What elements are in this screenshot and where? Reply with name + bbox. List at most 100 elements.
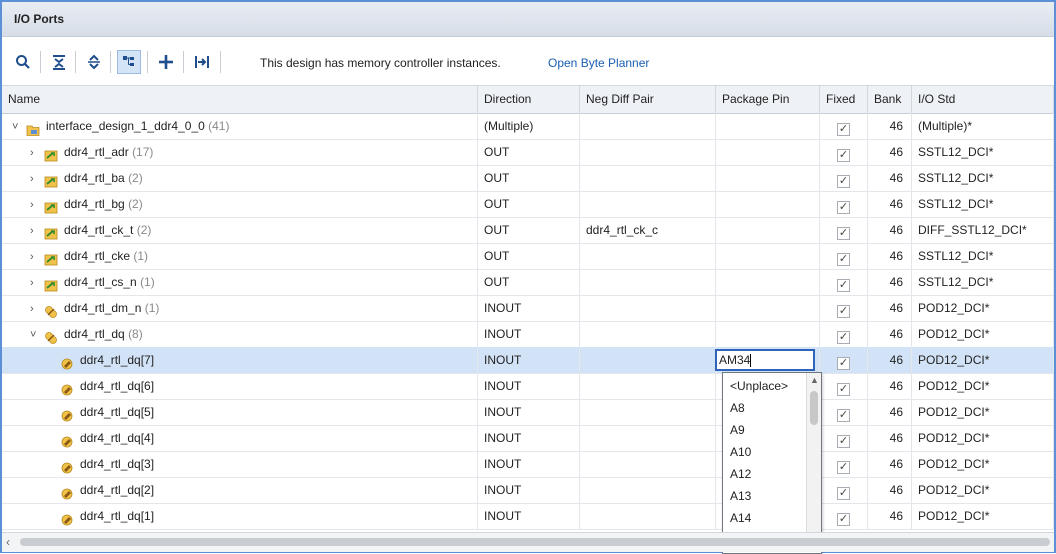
search-icon[interactable] (12, 51, 34, 73)
fixed-checkbox[interactable]: ✓ (837, 513, 850, 526)
cell-package-pin[interactable] (716, 191, 820, 217)
table-row[interactable]: ddr4_rtl_dq[3] INOUT ✓ 46 POD12_DCI* (2, 451, 1054, 478)
cell-fixed: ✓ (820, 269, 868, 295)
package-pin-dropdown[interactable]: <Unplace>A8A9A10A12A13A14A15 ▲ ▼ (722, 372, 822, 554)
header-col-neg-diff-pair[interactable]: Neg Diff Pair (580, 86, 716, 113)
chevron-right-icon[interactable]: › (30, 244, 44, 269)
fixed-checkbox[interactable]: ✓ (837, 305, 850, 318)
port-name: ddr4_rtl_bg (64, 197, 125, 211)
cell-io-std: POD12_DCI* (912, 451, 1054, 477)
chevron-right-icon[interactable]: › (30, 140, 44, 165)
dropdown-option[interactable]: <Unplace> (730, 376, 788, 397)
expand-all-icon[interactable] (83, 51, 105, 73)
cell-bank: 46 (868, 217, 912, 243)
port-pin-icon (60, 432, 74, 448)
table-row[interactable]: ddr4_rtl_dq[1] INOUT ✓ 46 POD12_DCI* (2, 503, 1054, 530)
fixed-checkbox[interactable]: ✓ (837, 175, 850, 188)
fixed-checkbox[interactable]: ✓ (837, 409, 850, 422)
cell-direction: (Multiple) (478, 113, 580, 139)
table-row[interactable]: ddr4_rtl_dq[6] INOUT ✓ 46 POD12_DCI* (2, 373, 1054, 400)
cell-package-pin[interactable] (716, 217, 820, 243)
chevron-right-icon[interactable]: › (30, 270, 44, 295)
port-bus-icon (44, 146, 58, 162)
fixed-checkbox[interactable]: ✓ (837, 461, 850, 474)
table-row[interactable]: › ddr4_rtl_ck_t (2) OUT ddr4_rtl_ck_c ✓ 46 DIF… (2, 217, 1054, 244)
table-row[interactable]: ddr4_rtl_dq[5] INOUT ✓ 46 POD12_DCI* (2, 399, 1054, 426)
table-row[interactable]: ˅ interface_design_1_ddr4_0_0 (41) (Multip… (2, 113, 1054, 140)
table-row[interactable]: › ddr4_rtl_cke (1) OUT ✓ 46 SSTL12_DCI* (2, 243, 1054, 270)
table-row[interactable]: ddr4_rtl_dq[4] INOUT ✓ 46 POD12_DCI* (2, 425, 1054, 452)
table-row[interactable]: › ddr4_rtl_adr (17) OUT ✓ 46 SSTL12_DCI* (2, 139, 1054, 166)
port-name: ddr4_rtl_ck_t (64, 223, 134, 237)
header-col-direction[interactable]: Direction (478, 86, 580, 113)
cell-package-pin[interactable] (716, 139, 820, 165)
cell-package-pin[interactable] (716, 269, 820, 295)
scroll-left-icon[interactable]: ‹ (6, 535, 10, 549)
fixed-checkbox[interactable]: ✓ (837, 227, 850, 240)
fixed-checkbox[interactable]: ✓ (837, 279, 850, 292)
chevron-right-icon[interactable]: › (30, 166, 44, 191)
package-pin-input[interactable]: AM34 (715, 349, 815, 371)
cell-io-std: POD12_DCI* (912, 503, 1054, 529)
table-row[interactable]: › ddr4_rtl_bg (2) OUT ✓ 46 SSTL12_DCI* (2, 191, 1054, 218)
fixed-checkbox[interactable]: ✓ (837, 383, 850, 396)
fixed-checkbox[interactable]: ✓ (837, 201, 850, 214)
cell-neg-diff-pair (580, 295, 716, 321)
dropdown-option[interactable]: A13 (730, 486, 751, 507)
group-icon[interactable] (117, 50, 141, 74)
cell-package-pin[interactable] (716, 165, 820, 191)
cell-fixed: ✓ (820, 295, 868, 321)
table-row[interactable]: ddr4_rtl_dq[7] INOUT ✓ 46 POD12_DCI* (2, 347, 1054, 374)
dropdown-option[interactable]: A14 (730, 508, 751, 529)
fixed-checkbox[interactable]: ✓ (837, 435, 850, 448)
table-row[interactable]: › ddr4_rtl_dm_n (1) INOUT ✓ 46 POD12_DCI* (2, 295, 1054, 322)
table-row[interactable]: ˅ ddr4_rtl_dq (8) INOUT ✓ 46 POD12_DCI* (2, 321, 1054, 348)
export-icon[interactable] (191, 51, 213, 73)
header-col-fixed[interactable]: Fixed (820, 86, 868, 113)
dropdown-scroll-thumb[interactable] (810, 391, 818, 425)
cell-io-std: SSTL12_DCI* (912, 269, 1054, 295)
scroll-up-icon[interactable]: ▲ (810, 375, 819, 385)
fixed-checkbox[interactable]: ✓ (837, 357, 850, 370)
open-byte-planner-link[interactable]: Open Byte Planner (548, 56, 649, 70)
dropdown-scrollbar[interactable]: ▲ ▼ (806, 373, 821, 552)
port-bus-icon (44, 224, 58, 240)
toolbar-separator (183, 51, 184, 73)
cell-bank: 46 (868, 243, 912, 269)
chevron-down-icon[interactable]: ˅ (12, 114, 26, 139)
chevron-right-icon[interactable]: › (30, 192, 44, 217)
dropdown-option[interactable]: A9 (730, 420, 745, 441)
horizontal-scrollbar[interactable]: ‹ (2, 532, 1054, 552)
dropdown-option[interactable]: A10 (730, 442, 751, 463)
cell-direction: INOUT (478, 347, 580, 373)
header-col-io-std[interactable]: I/O Std (912, 86, 1054, 113)
cell-package-pin[interactable] (716, 243, 820, 269)
fixed-checkbox[interactable]: ✓ (837, 331, 850, 344)
cell-name: › ddr4_rtl_adr (17) (2, 139, 478, 165)
table-row[interactable]: › ddr4_rtl_cs_n (1) OUT ✓ 46 SSTL12_DCI* (2, 269, 1054, 296)
header-col-bank[interactable]: Bank (868, 86, 912, 113)
cell-package-pin[interactable] (716, 295, 820, 321)
add-icon[interactable] (155, 51, 177, 73)
fixed-checkbox[interactable]: ✓ (837, 253, 850, 266)
chevron-right-icon[interactable]: › (30, 218, 44, 243)
table-row[interactable]: ddr4_rtl_dq[2] INOUT ✓ 46 POD12_DCI* (2, 477, 1054, 504)
cell-io-std: (Multiple)* (912, 113, 1054, 139)
cell-bank: 46 (868, 503, 912, 529)
fixed-checkbox[interactable]: ✓ (837, 123, 850, 136)
horizontal-scroll-thumb[interactable] (20, 538, 1050, 546)
cell-io-std: DIFF_SSTL12_DCI* (912, 217, 1054, 243)
dropdown-option[interactable]: A12 (730, 464, 751, 485)
cell-package-pin[interactable] (716, 113, 820, 139)
chevron-right-icon[interactable]: › (30, 296, 44, 321)
dropdown-option[interactable]: A8 (730, 398, 745, 419)
fixed-checkbox[interactable]: ✓ (837, 149, 850, 162)
header-col-package-pin[interactable]: Package Pin (716, 86, 820, 113)
chevron-down-icon[interactable]: ˅ (30, 322, 44, 347)
fixed-checkbox[interactable]: ✓ (837, 487, 850, 500)
table-row[interactable]: › ddr4_rtl_ba (2) OUT ✓ 46 SSTL12_DCI* (2, 165, 1054, 192)
header-col-name[interactable]: Name (2, 86, 478, 113)
cell-package-pin[interactable] (716, 321, 820, 347)
cell-io-std: POD12_DCI* (912, 295, 1054, 321)
collapse-all-icon[interactable] (48, 51, 70, 73)
